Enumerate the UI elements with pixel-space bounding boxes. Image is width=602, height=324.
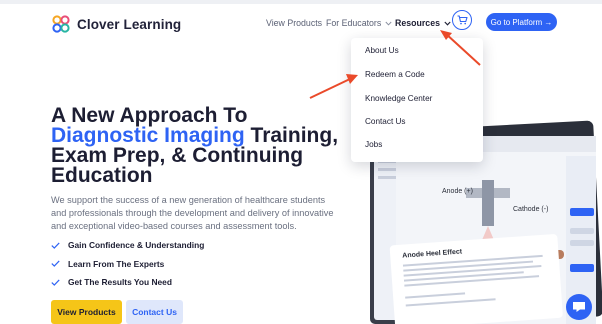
benefit-item: Gain Confidence & Understanding bbox=[51, 236, 204, 255]
benefit-text: Get The Results You Need bbox=[68, 277, 172, 288]
clover-logo-icon bbox=[52, 15, 70, 33]
nav-for-educators[interactable]: For Educators bbox=[326, 18, 392, 28]
nav-resources-label: Resources bbox=[395, 18, 440, 28]
cathode-label: Cathode (-) bbox=[513, 206, 548, 213]
check-icon bbox=[51, 260, 60, 268]
chat-bubble-icon bbox=[573, 302, 585, 312]
headline-line4: Education bbox=[51, 164, 153, 187]
logo[interactable]: Clover Learning bbox=[52, 15, 181, 33]
benefit-item: Get The Results You Need bbox=[51, 273, 204, 292]
hero-headline: A New Approach To Diagnostic Imaging Tra… bbox=[51, 105, 371, 187]
check-icon bbox=[51, 242, 60, 249]
chat-launcher-button[interactable] bbox=[566, 294, 592, 320]
nav-for-educators-label: For Educators bbox=[326, 18, 382, 28]
top-divider bbox=[0, 0, 602, 4]
benefit-text: Learn From The Experts bbox=[68, 258, 165, 269]
chevron-down-icon bbox=[385, 21, 392, 26]
check-icon bbox=[51, 279, 60, 286]
go-to-platform-button[interactable]: Go to Platform → bbox=[486, 13, 557, 31]
cart-button[interactable] bbox=[452, 10, 472, 30]
hero-subcopy: We support the success of a new generati… bbox=[51, 195, 334, 232]
chevron-down-icon bbox=[444, 21, 451, 26]
annotation-arrows bbox=[309, 30, 481, 99]
benefits-list: Gain Confidence & Understanding Learn Fr… bbox=[51, 236, 204, 292]
view-products-button[interactable]: View Products bbox=[51, 300, 122, 324]
logo-text: Clover Learning bbox=[77, 16, 182, 32]
menu-item-jobs[interactable]: Jobs bbox=[365, 140, 382, 149]
benefit-text: Gain Confidence & Understanding bbox=[68, 240, 205, 251]
nav-resources[interactable]: Resources bbox=[395, 18, 451, 28]
anode-label: Anode (+) bbox=[442, 188, 473, 195]
menu-item-contact-us[interactable]: Contact Us bbox=[365, 117, 406, 126]
contact-us-button[interactable]: Contact Us bbox=[126, 300, 183, 324]
benefit-item: Learn From The Experts bbox=[51, 255, 204, 274]
cart-icon bbox=[457, 15, 468, 25]
nav-view-products[interactable]: View Products bbox=[266, 18, 322, 28]
